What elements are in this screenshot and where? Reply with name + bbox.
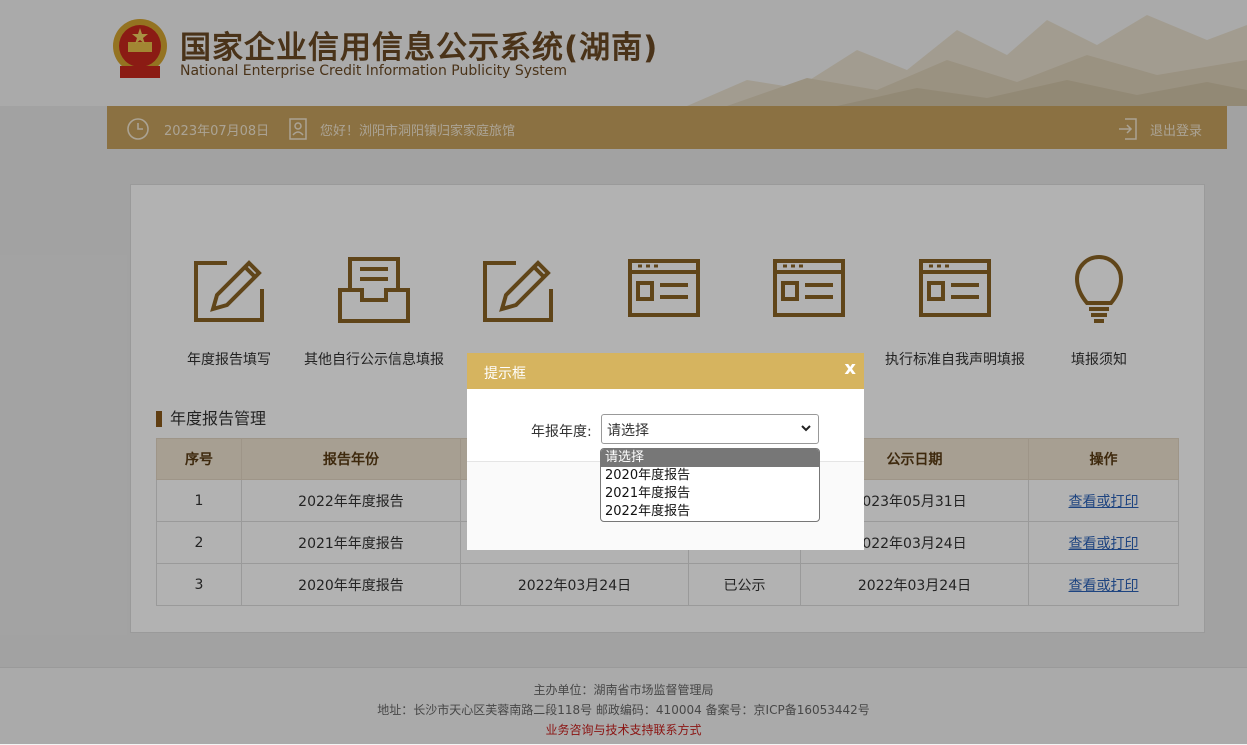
dropdown-option[interactable]: 2021年度报告 — [601, 485, 819, 503]
dialog-title: 提示框 — [484, 366, 526, 382]
dialog-header: 提示框 x — [467, 353, 864, 389]
chevron-down-icon — [801, 425, 811, 432]
year-field-label: 年报年度: — [531, 424, 592, 440]
select-value: 请选择 — [607, 423, 649, 439]
report-year-select[interactable]: 请选择 — [601, 414, 819, 444]
dropdown-option[interactable]: 请选择 — [601, 449, 819, 467]
close-icon[interactable]: x — [844, 358, 856, 379]
dropdown-option[interactable]: 2020年度报告 — [601, 467, 819, 485]
year-dropdown-list: 请选择 2020年度报告 2021年度报告 2022年度报告 — [600, 448, 820, 522]
dropdown-option[interactable]: 2022年度报告 — [601, 503, 819, 521]
